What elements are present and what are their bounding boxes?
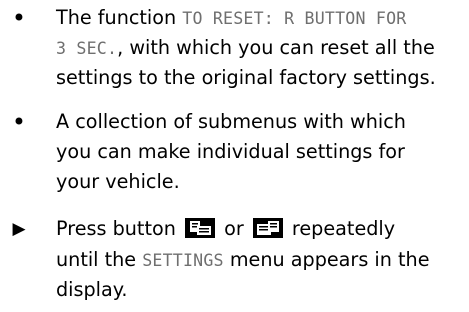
bullet-marker: • — [11, 108, 27, 136]
display-code: TO RESET: R BUTTON FOR — [182, 9, 407, 28]
bullet-line: 3 SEC., with which you can reset all the — [56, 33, 469, 64]
bullet-line: A collection of submenus with which — [56, 107, 469, 137]
bullet-line: settings to the original factory setting… — [56, 63, 469, 93]
page-back-button-icon — [184, 218, 215, 238]
bullet-text: , with which you can reset all the — [117, 36, 435, 59]
instruction-line: display. — [56, 275, 469, 305]
instruction-step: ▶ Press button or repeatedly until the S… — [0, 214, 469, 310]
instruction-text: repeatedly — [285, 217, 396, 240]
instruction-text: display. — [56, 278, 128, 301]
bullet-submenus: • A collection of submenus with which yo… — [0, 107, 469, 199]
bullet-text: The function — [56, 6, 183, 29]
instruction-text: until the — [56, 248, 143, 271]
instruction-line: until the SETTINGS menu appears in the — [56, 245, 469, 276]
bullet-text: you can make individual settings for — [56, 140, 405, 163]
bullet-reset-function: • The function TO RESET: R BUTTON FOR 3 … — [0, 3, 469, 95]
instruction-line: Press button or repeatedly — [56, 214, 469, 244]
instruction-text: menu appears in the — [223, 248, 430, 271]
manual-page: • The function TO RESET: R BUTTON FOR 3 … — [0, 0, 469, 312]
bullet-marker: • — [11, 4, 27, 32]
display-code: SETTINGS — [142, 251, 224, 270]
instruction-arrow-icon: ▶ — [12, 219, 26, 239]
bullet-line: your vehicle. — [56, 167, 469, 197]
bullet-line: you can make individual settings for — [56, 137, 469, 167]
bullet-line: The function TO RESET: R BUTTON FOR — [56, 3, 469, 34]
bullet-text: A collection of submenus with which — [56, 110, 406, 133]
bullet-text: your vehicle. — [56, 170, 180, 193]
page-forward-button-icon — [252, 218, 283, 238]
bullet-text: settings to the original factory setting… — [56, 66, 436, 89]
instruction-text: or — [217, 217, 250, 240]
instruction-text: Press button — [56, 217, 182, 240]
display-code: 3 SEC. — [56, 39, 118, 58]
